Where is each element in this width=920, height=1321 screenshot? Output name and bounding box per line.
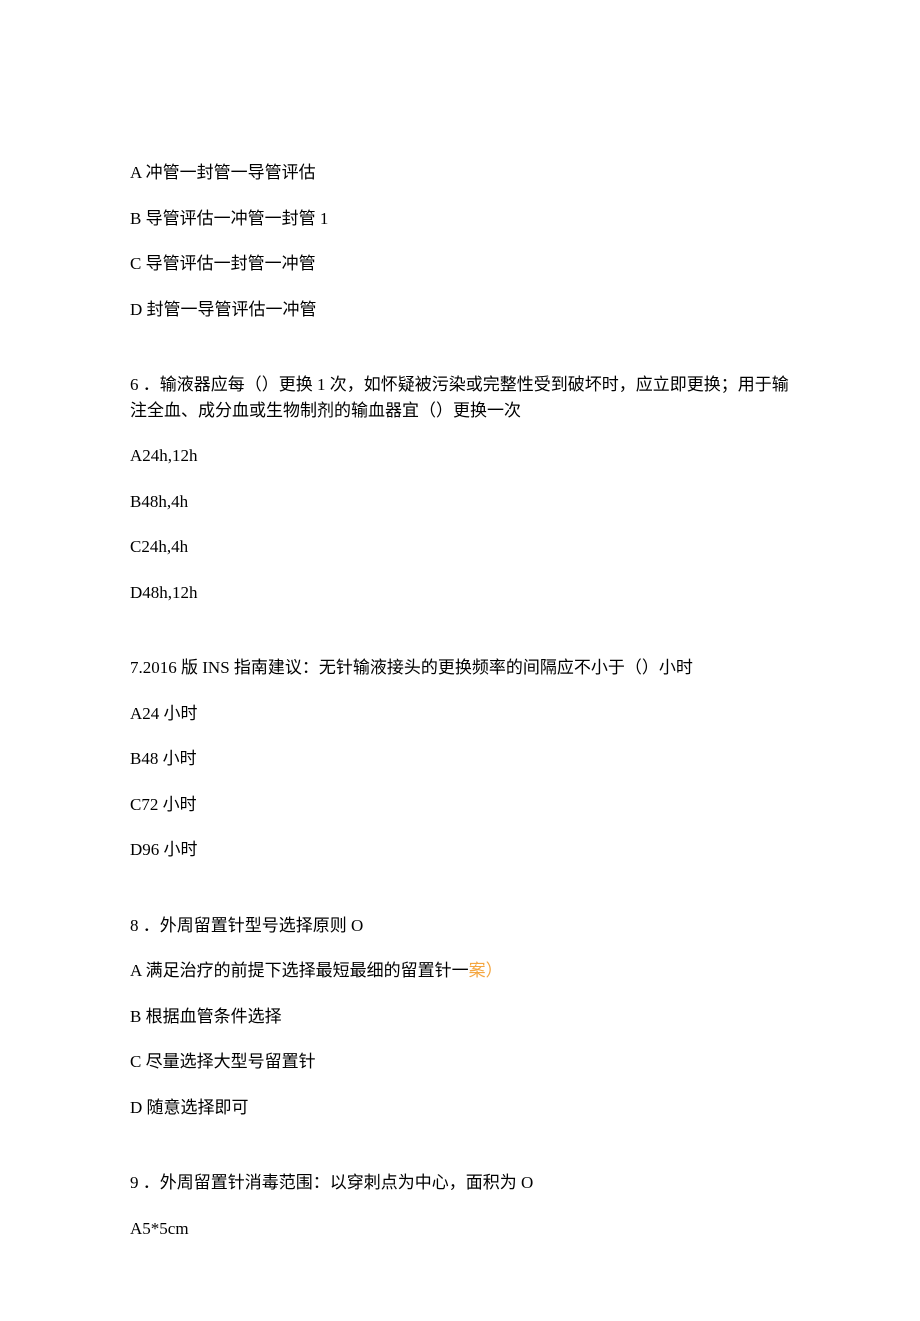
q6-option-c: C24h,4h — [130, 534, 790, 560]
q8-option-a: A 满足治疗的前提下选择最短最细的留置针一案） — [130, 958, 790, 984]
q8-option-a-text: A 满足治疗的前提下选择最短最细的留置针一 — [130, 961, 469, 980]
q6-stem: 6 ．输液器应每（）更换 1 次，如怀疑被污染或完整性受到破坏时，应立即更换；用… — [130, 372, 790, 423]
spacer — [130, 1140, 790, 1170]
q8-option-b: B 根据血管条件选择 — [130, 1004, 790, 1030]
spacer — [130, 342, 790, 372]
spacer — [130, 625, 790, 655]
q6-option-b: B48h,4h — [130, 489, 790, 515]
q5-option-a: A 冲管一封管一导管评估 — [130, 160, 790, 186]
q6-option-a: A24h,12h — [130, 443, 790, 469]
q5-option-b: B 导管评估一冲管一封管 1 — [130, 206, 790, 232]
q8-option-a-highlight: 案） — [469, 961, 503, 980]
document-page: A 冲管一封管一导管评估 B 导管评估一冲管一封管 1 C 导管评估一封管一冲管… — [0, 0, 920, 1321]
q7-option-a: A24 小时 — [130, 701, 790, 727]
spacer — [130, 883, 790, 913]
q5-option-c: C 导管评估一封管一冲管 — [130, 251, 790, 277]
q8-stem: 8 ．外周留置针型号选择原则 O — [130, 913, 790, 939]
q9-stem: 9 ．外周留置针消毒范围：以穿刺点为中心，面积为 O — [130, 1170, 790, 1196]
q7-option-c: C72 小时 — [130, 792, 790, 818]
q7-option-d: D96 小时 — [130, 837, 790, 863]
q7-stem: 7.2016 版 INS 指南建议：无针输液接头的更换频率的间隔应不小于（）小时 — [130, 655, 790, 681]
q7-option-b: B48 小时 — [130, 746, 790, 772]
q6-option-d: D48h,12h — [130, 580, 790, 606]
q8-option-c: C 尽量选择大型号留置针 — [130, 1049, 790, 1075]
q5-option-d: D 封管一导管评估一冲管 — [130, 297, 790, 323]
q8-option-d: D 随意选择即可 — [130, 1095, 790, 1121]
q9-option-a: A5*5cm — [130, 1216, 790, 1242]
